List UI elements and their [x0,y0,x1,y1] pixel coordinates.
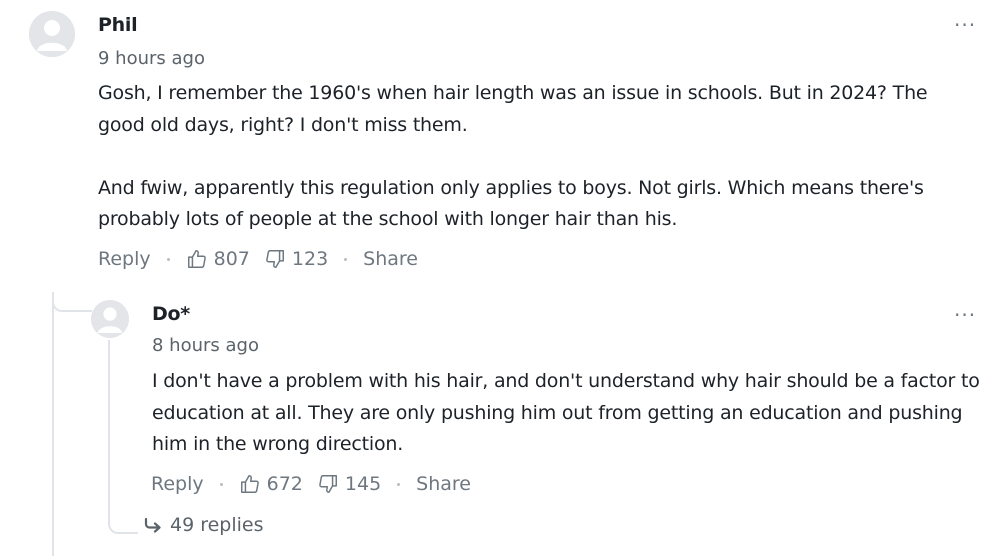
thread-connector-reply [52,292,92,312]
downvote-count: 145 [344,473,382,495]
separator-dot [166,257,170,261]
reply-button[interactable]: Reply [98,248,151,270]
thread-line-main [52,292,54,556]
upvote-count: 807 [213,248,250,270]
comment-timestamp: 9 hours ago [98,48,205,69]
thread-line-nested [108,340,110,520]
reply-button[interactable]: Reply [151,473,204,495]
comment-actions: Reply 807 123 Share [98,246,418,272]
reply-arrow-icon [144,517,161,533]
view-replies-button[interactable]: 49 replies [144,514,264,536]
downvote-button[interactable]: 123 [264,248,328,270]
user-silhouette-icon [91,300,129,338]
upvote-count: 672 [266,473,303,495]
downvote-button[interactable]: 145 [317,473,381,495]
comment-paragraph: Gosh, I remember the 1960's when hair le… [98,82,928,136]
avatar[interactable] [91,300,129,338]
comment-actions: Reply 672 145 Share [151,471,471,497]
thumbs-down-icon [319,475,337,493]
separator-dot [397,482,401,486]
user-silhouette-icon [29,11,75,57]
thumbs-up-icon [187,250,206,268]
thread-connector-replies [108,508,138,534]
thumbs-down-icon [266,250,284,268]
share-button[interactable]: Share [363,248,418,270]
share-button[interactable]: Share [416,473,471,495]
comment-body: Gosh, I remember the 1960's when hair le… [98,78,978,236]
separator-dot [219,482,223,486]
comment-body: I don't have a problem with his hair, an… [152,366,982,461]
thumbs-up-icon [240,475,259,493]
comment-timestamp: 8 hours ago [152,335,259,356]
comment-paragraph: And fwiw, apparently this regulation onl… [98,176,924,231]
more-options-icon[interactable]: ··· [954,305,976,325]
separator-dot [344,257,348,261]
replies-count-label: 49 replies [170,514,264,536]
upvote-button[interactable]: 807 [186,248,250,270]
more-options-icon[interactable]: ··· [954,15,976,35]
comment-author[interactable]: Phil [98,14,138,36]
avatar[interactable] [29,11,75,57]
upvote-button[interactable]: 672 [239,473,303,495]
comment-paragraph: I don't have a problem with his hair, an… [152,370,980,455]
downvote-count: 123 [291,248,329,270]
comment-author[interactable]: Do* [152,303,190,325]
